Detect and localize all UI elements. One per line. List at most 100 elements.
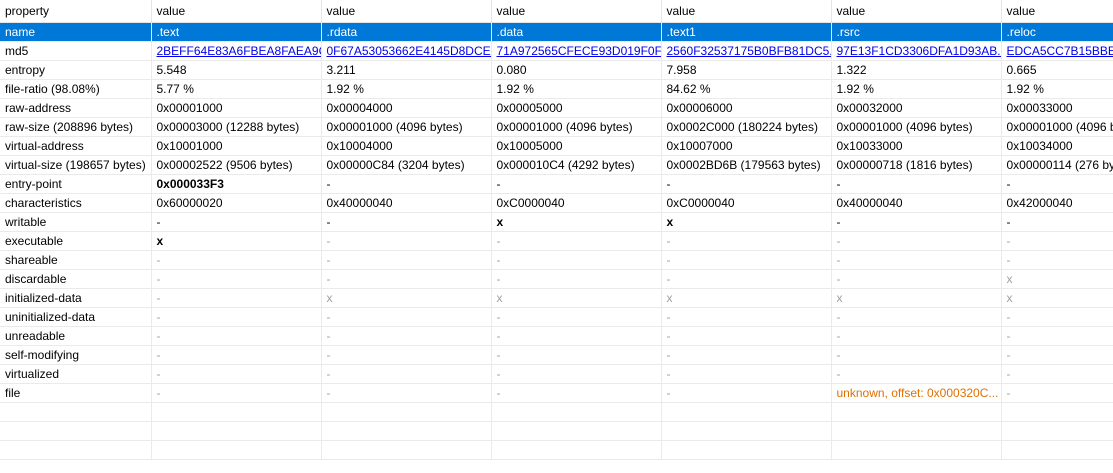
cell-value: 0x00033000 [1001,98,1113,118]
table-row[interactable]: virtual-size (198657 bytes) 0x00002522 (9… [0,155,1113,175]
cell-value: 1.322 [831,60,1002,80]
table-row[interactable]: initialized-data - x x x x x [0,288,1113,308]
cell-value: - [491,231,662,251]
table-row[interactable]: file - - - - unknown, offset: 0x000320C... - [0,383,1113,403]
cell-value: - [831,269,1002,289]
md5-link[interactable]: 97E13F1CD3306DFA1D93AB... [831,41,1002,61]
cell-value: - [661,174,832,194]
cell-value: - [321,269,492,289]
cell-value: 0x40000040 [831,193,1002,213]
cell-value: - [661,383,832,403]
header-row: property value value value value value v… [0,0,1113,23]
table-row[interactable]: writable - - x x - - [0,212,1113,232]
cell-value: x [1001,269,1113,289]
empty-cell [831,440,1002,460]
md5-link[interactable]: 71A972565CFECE93D019F0F... [491,41,662,61]
cell-value: x [661,212,832,232]
cell-value: - [491,326,662,346]
cell-value: - [831,250,1002,270]
row-label: file [0,383,152,403]
md5-link[interactable]: EDCA5CC7B15BBED [1001,41,1113,61]
table-row[interactable]: uninitialized-data - - - - - - [0,307,1113,327]
cell-value: - [491,250,662,270]
md5-link[interactable]: 2560F32537175B0BFB81DC5... [661,41,832,61]
cell-value: 0x10001000 [151,136,322,156]
table-row[interactable]: characteristics 0x60000020 0x40000040 0xC00… [0,193,1113,213]
row-label: writable [0,212,152,232]
table-row[interactable]: discardable - - - - - x [0,269,1113,289]
cell-value: 0x00002522 (9506 bytes) [151,155,322,175]
cell-value: - [1001,307,1113,327]
empty-cell [661,440,832,460]
table-row[interactable]: entropy 5.548 3.211 0.080 7.958 1.322 0.665 [0,60,1113,80]
table-row[interactable]: self-modifying - - - - - - [0,345,1113,365]
sections-grid[interactable]: property value value value value value v… [0,0,1113,473]
row-label: raw-size (208896 bytes) [0,117,152,137]
cell-value: x [831,288,1002,308]
cell-value: 0x00032000 [831,98,1002,118]
row-label: uninitialized-data [0,307,152,327]
md5-link[interactable]: 0F67A53053662E4145D8DCE... [321,41,492,61]
cell-value: 0x60000020 [151,193,322,213]
cell-value: - [831,364,1002,384]
table-row-md5[interactable]: md5 2BEFF64E83A6FBEA8FAEA9C... 0F67A5305… [0,41,1113,61]
table-row[interactable]: virtualized - - - - - - [0,364,1113,384]
column-header-value[interactable]: value [491,0,662,23]
column-header-property[interactable]: property [0,0,152,23]
empty-row [0,402,1113,422]
empty-cell [1001,440,1113,460]
cell-value: - [321,250,492,270]
table-row[interactable]: shareable - - - - - - [0,250,1113,270]
row-label: raw-address [0,98,152,118]
cell-value: 1.92 % [491,79,662,99]
cell-value: 0xC0000040 [491,193,662,213]
row-label: md5 [0,41,152,61]
table-row[interactable]: entry-point 0x000033F3- - - - - [0,174,1113,194]
cell-value: - [831,345,1002,365]
table-row[interactable]: file-ratio (98.08%) 5.77 % 1.92 % 1.92 % 84.… [0,79,1113,99]
section-name: .text1 [661,22,832,42]
section-name: .reloc [1001,22,1113,42]
column-header-value[interactable]: value [831,0,1002,23]
table-row-name[interactable]: name .text .rdata .data .text1 .rsrc .re… [0,22,1113,42]
cell-value: 0x00001000 [151,98,322,118]
cell-value: - [151,326,322,346]
column-header-value[interactable]: value [1001,0,1113,23]
cell-value: - [831,326,1002,346]
cell-value: 0x00001000 (4096 bytes) [491,117,662,137]
cell-value: 0x00001000 (4096 by [1001,117,1113,137]
cell-value: 0x42000040 [1001,193,1113,213]
cell-value: 3.211 [321,60,492,80]
row-label: unreadable [0,326,152,346]
cell-value: 1.92 % [831,79,1002,99]
cell-value: x [151,231,322,251]
cell-value: - [1001,383,1113,403]
table-row[interactable]: executable x - - - - - [0,231,1113,251]
column-header-value[interactable]: value [321,0,492,23]
table-row[interactable]: raw-size (208896 bytes) 0x00003000 (12288… [0,117,1113,137]
cell-value: unknown, offset: 0x000320C... [831,383,1002,403]
empty-row [0,440,1113,460]
table-row[interactable]: raw-address 0x00001000 0x00004000 0x0000500… [0,98,1113,118]
cell-value: - [321,307,492,327]
cell-value: 0xC0000040 [661,193,832,213]
cell-value: - [831,174,1002,194]
md5-link[interactable]: 2BEFF64E83A6FBEA8FAEA9C... [151,41,322,61]
table-row[interactable]: unreadable - - - - - - [0,326,1113,346]
cell-value: - [321,364,492,384]
empty-cell [151,440,322,460]
cell-value: 0x00003000 (12288 bytes) [151,117,322,137]
row-label: self-modifying [0,345,152,365]
row-label: characteristics [0,193,152,213]
row-label: virtualized [0,364,152,384]
cell-value: - [661,269,832,289]
cell-value: - [661,307,832,327]
row-label: entropy [0,60,152,80]
column-header-value[interactable]: value [661,0,832,23]
cell-value: - [321,383,492,403]
cell-value: x [1001,288,1113,308]
cell-value: - [151,307,322,327]
table-row[interactable]: virtual-address 0x10001000 0x10004000 0x100… [0,136,1113,156]
cell-value: 0x10007000 [661,136,832,156]
column-header-value[interactable]: value [151,0,322,23]
